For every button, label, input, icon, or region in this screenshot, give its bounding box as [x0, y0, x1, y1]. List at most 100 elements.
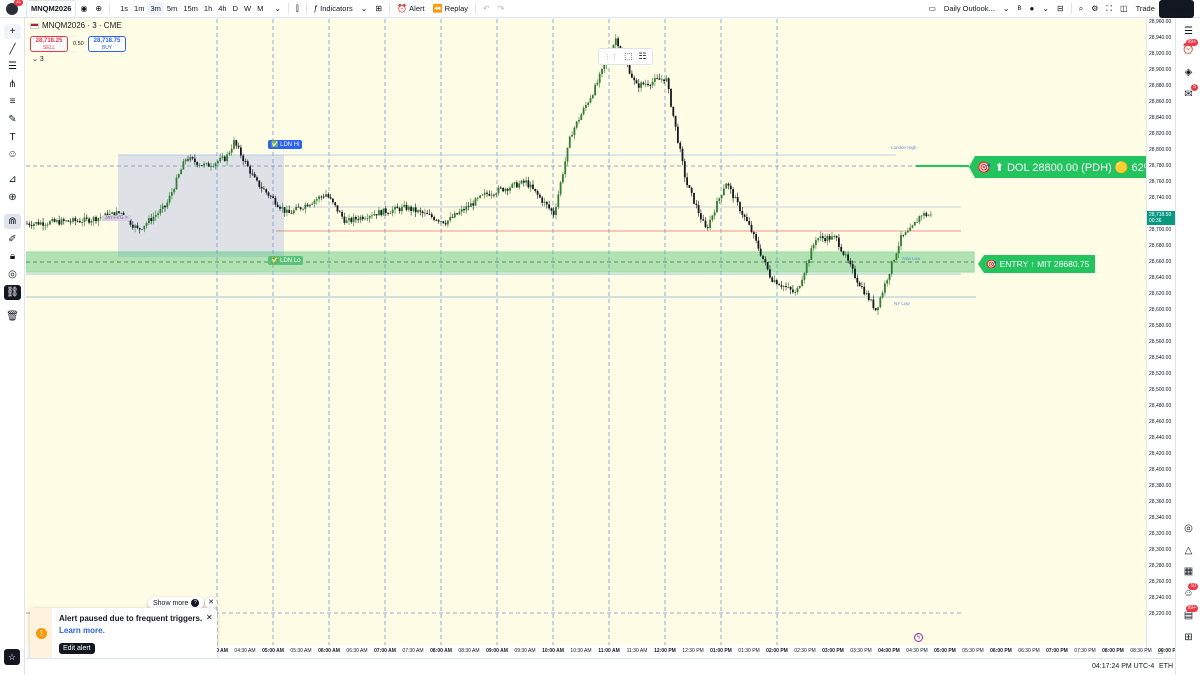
camera-icon[interactable]: ◫	[1116, 0, 1132, 18]
fvg-label[interactable]: 3m FVG ×	[102, 215, 131, 221]
favorites-star-icon[interactable]: ☆	[4, 649, 20, 665]
data-window-icon[interactable]: ◈	[1181, 65, 1196, 80]
ldn-lo-label[interactable]: ✅ LDN Lo	[268, 256, 304, 265]
chevron-down-icon[interactable]: ⌄	[357, 0, 372, 18]
chevron-down-icon[interactable]: ⌄	[1038, 0, 1053, 18]
fullscreen-icon[interactable]: ⛶	[1102, 0, 1116, 18]
entry-tag[interactable]: 🎯 ENTRY ↑ MIT 28680.75	[978, 255, 1096, 273]
trade-button[interactable]: Trade	[1132, 0, 1159, 18]
ideas-icon[interactable]: ▤ 99+	[1181, 605, 1198, 623]
crosshair-icon[interactable]: +	[4, 24, 21, 39]
link-icon[interactable]: ⛓	[4, 285, 21, 300]
candle-body	[817, 238, 820, 241]
symbol-search-button[interactable]: MNQM2026	[26, 0, 77, 18]
dol-target-tag[interactable]: 🎯 ⬆ DOL 28800.00 (PDH) 🟡 62%	[969, 156, 1146, 178]
quick-search-icon[interactable]: ⌕	[1075, 0, 1087, 18]
timeframe-15m[interactable]: 15m	[180, 2, 201, 15]
chart-pane[interactable]: MNQM2026 · 3 · CME 28,718.25 SELL 0.50 2…	[26, 19, 1146, 655]
clock[interactable]: 04:17:24 PM UTC-4	[1092, 663, 1154, 670]
notifications-badge: 5	[1191, 84, 1198, 91]
candles-icon[interactable]: ⫿	[292, 0, 303, 18]
cloud-save-icon[interactable]: ●	[1026, 0, 1039, 18]
pine-editor-icon[interactable]: △	[1181, 543, 1196, 558]
text-icon[interactable]: T	[4, 130, 21, 145]
timeframe-1h[interactable]: 1h	[201, 2, 215, 15]
magnet-icon[interactable]: ⋒	[4, 214, 21, 229]
stay-drawing-icon[interactable]: ✐	[4, 232, 21, 247]
add-symbol-icon[interactable]: ⊕	[91, 0, 106, 18]
hide-drawings-icon[interactable]: ◎	[4, 267, 21, 282]
emoji-icon[interactable]: ☺	[4, 147, 21, 162]
candle-body	[925, 213, 928, 217]
zoom-icon[interactable]: ⊕	[4, 190, 21, 205]
trendline-icon[interactable]: ╱	[4, 42, 21, 57]
brush-icon[interactable]: ✎	[4, 112, 21, 127]
candle-body	[161, 205, 164, 209]
timeframe-M[interactable]: M	[254, 2, 266, 15]
pitchfork-icon[interactable]: ⋔	[4, 77, 21, 92]
bar-countdown: 00:36	[1149, 218, 1162, 225]
gear-icon[interactable]: ⚙	[1087, 0, 1102, 18]
alert-button[interactable]: ⏰ Alert	[393, 0, 428, 18]
apps-icon[interactable]: ⊞	[1181, 630, 1196, 645]
eye-icon[interactable]: ◉	[76, 0, 91, 18]
templates-icon[interactable]: ⊞	[371, 0, 386, 18]
rectangle-tool-icon[interactable]: ⬚	[624, 51, 633, 62]
timeframe-W[interactable]: W	[241, 2, 254, 15]
publish-button[interactable]: Publish	[1158, 0, 1194, 18]
ruler-icon[interactable]: ⊿	[4, 172, 21, 187]
candle-body	[679, 142, 682, 149]
screener-icon[interactable]: ▦	[1181, 564, 1196, 579]
candle-body	[481, 194, 484, 196]
watchlist-icon[interactable]: ☰	[1181, 24, 1196, 39]
candle-body	[658, 78, 661, 80]
chevron-down-icon[interactable]: ⌄	[270, 0, 285, 18]
candle-body	[527, 180, 530, 188]
indicators-collapsed-toggle[interactable]: ⌄ 3	[32, 55, 44, 63]
economic-event-icon[interactable]: ϟ	[914, 633, 923, 642]
line-settings-icon[interactable]: ☷	[639, 51, 647, 62]
timeframe-1m[interactable]: 1m	[131, 2, 147, 15]
layout-name-button[interactable]: Daily Outlook...	[940, 0, 999, 18]
learn-more-link[interactable]: Learn more.	[59, 626, 105, 635]
layout-icon[interactable]: ▭	[924, 0, 940, 18]
candle-body	[228, 152, 231, 155]
session-toggle[interactable]: ETH	[1159, 663, 1173, 670]
lock-icon[interactable]: 🔒︎	[4, 249, 21, 264]
edit-alert-button[interactable]: Edit alert	[59, 643, 95, 654]
alerts-icon[interactable]: ⏰ 99+	[1181, 39, 1198, 57]
chart-canvas[interactable]	[26, 19, 1146, 655]
sell-button[interactable]: 28,718.25 SELL	[30, 36, 68, 52]
redo-icon[interactable]: ↷	[494, 0, 509, 18]
ldn-hi-label[interactable]: ✅ LDN Hi	[268, 140, 303, 149]
timeframe-4h[interactable]: 4h	[215, 2, 229, 15]
drag-handle-icon[interactable]: ⋮⋮	[604, 53, 618, 61]
candle-body	[725, 183, 728, 189]
user-avatar[interactable]: 11	[6, 0, 23, 15]
candle-body	[442, 221, 445, 224]
price-tick: 28,840.00	[1149, 115, 1172, 121]
replay-button[interactable]: ⏪ Replay	[429, 0, 472, 18]
notifications-icon[interactable]: ✉ 5	[1181, 84, 1198, 102]
fib-retracement-icon[interactable]: ≡	[4, 94, 21, 109]
candle-body	[801, 279, 803, 287]
candle-body	[785, 286, 787, 288]
close-icon[interactable]: ✕	[206, 613, 213, 622]
buy-button[interactable]: 28,718.75 BUY	[88, 36, 126, 52]
timeframe-D[interactable]: D	[230, 2, 241, 15]
trash-icon[interactable]: 🗑︎	[4, 309, 21, 324]
news-icon[interactable]: ☺ 10	[1181, 583, 1198, 601]
timeframe-3m[interactable]: 3m	[147, 2, 164, 15]
candle-body	[394, 206, 396, 210]
indicators-button[interactable]: ƒ Indicators	[310, 0, 357, 18]
multi-layout-icon[interactable]: ⊟	[1053, 0, 1068, 18]
price-scale[interactable]: 28,960.00 28,940.00 28,920.00 28,900.00 28,8…	[1146, 19, 1176, 655]
object-tree-icon[interactable]: ◎	[1181, 521, 1196, 536]
horizontal-lines-icon[interactable]: ☰	[4, 59, 21, 74]
candle-body	[336, 205, 339, 212]
timeframe-5m[interactable]: 5m	[164, 2, 180, 15]
timeframe-1s[interactable]: 1s	[117, 2, 131, 15]
chevron-down-icon[interactable]: ⌄	[999, 0, 1014, 18]
go-to-realtime-icon[interactable]: ⌂	[1158, 647, 1163, 656]
undo-icon[interactable]: ↶	[479, 0, 494, 18]
